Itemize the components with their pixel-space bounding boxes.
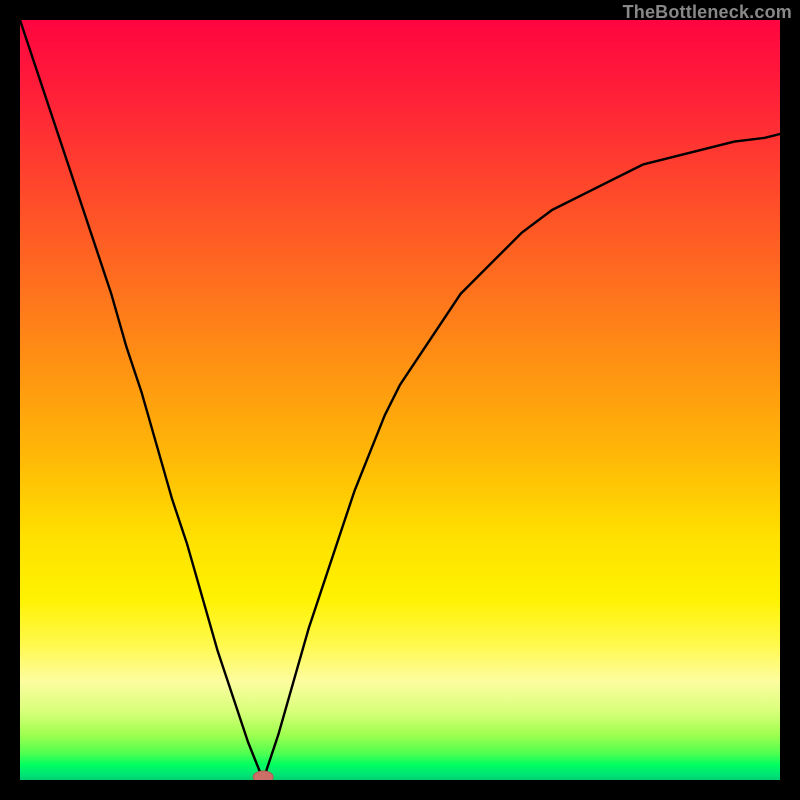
plot-area [20, 20, 780, 780]
minimum-marker [253, 771, 273, 780]
chart-svg [20, 20, 780, 780]
watermark-text: TheBottleneck.com [623, 2, 792, 23]
outer-frame: TheBottleneck.com [0, 0, 800, 800]
bottleneck-curve [20, 20, 780, 780]
